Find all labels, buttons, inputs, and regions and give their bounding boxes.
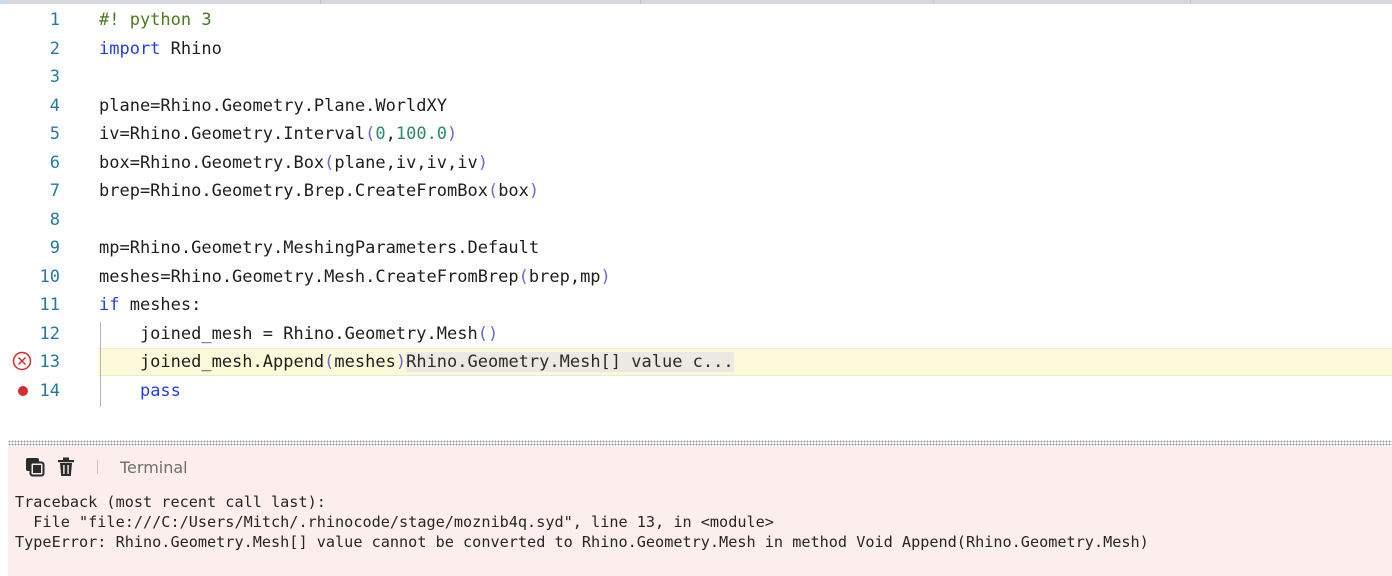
code-line[interactable]: 9 mp=Rhino.Geometry.MeshingParameters.Def… [0,234,1392,262]
line-number: 1 [49,10,60,30]
code-line[interactable]: 2 import Rhino [0,35,1392,63]
terminal-output: Traceback (most recent call last): File … [15,492,1149,552]
code-token: brep=Rhino.Geometry.Brep.CreateFromBox [99,181,488,201]
line-number: 11 [39,295,60,315]
code-line[interactable]: 11 if meshes: [0,291,1392,319]
code-token: box=Rhino.Geometry.Box [99,152,325,173]
code-line[interactable]: 8 [0,206,1392,234]
code-text: meshes=Rhino.Geometry.Mesh.CreateFromBre… [99,263,611,291]
line-number: 9 [49,238,60,258]
code-text: joined_mesh.Append(meshes)Rhino.Geometry… [99,348,734,376]
code-token: if [99,295,120,315]
trash-icon[interactable] [55,456,77,478]
code-token: plane=Rhino.Geometry.Plane.WorldXY [99,95,447,116]
code-line[interactable]: 10 meshes=Rhino.Geometry.Mesh.CreateFromB… [0,263,1392,291]
code-token: pass [139,380,181,401]
code-token: import [99,38,161,59]
code-line[interactable]: 1 #! python 3 [0,6,1392,34]
line-number: 2 [49,38,60,59]
code-token: 100.0 [395,124,448,144]
code-line[interactable]: 5 iv=Rhino.Geometry.Interval(0,100.0) [0,120,1392,148]
code-token: ) [600,266,611,287]
code-text: import Rhino [99,35,222,63]
indent-guide [100,321,101,407]
code-text: plane=Rhino.Geometry.Plane.WorldXY [99,92,447,120]
code-token: ( [487,181,499,201]
code-token: joined_mesh.Append [99,352,325,372]
code-line[interactable]: 3 [0,63,1392,91]
line-number: 3 [49,67,60,87]
terminal-output-line: File "file:///C:/Users/Mitch/.rhinocode/… [15,513,774,531]
code-text: joined_mesh = Rhino.Geometry.Mesh() [99,320,498,348]
code-line[interactable]: 7 brep=Rhino.Geometry.Brep.CreateFromBox(… [0,177,1392,205]
code-token: Rhino [160,38,222,59]
line-number: 12 [39,323,60,344]
terminal-title: Terminal [120,458,188,477]
code-token: ( [324,352,335,372]
line-number: 4 [49,95,60,116]
code-token: #! python 3 [99,10,212,30]
code-token: ) [395,352,407,372]
line-number: 6 [49,152,60,173]
code-line[interactable]: 6 box=Rhino.Geometry.Box(plane,iv,iv,iv) [0,149,1392,177]
code-token: () [477,323,499,344]
code-editor[interactable]: 1 #! python 3 2 import Rhino 3 4 plane=Rhino.G… [0,4,1392,440]
code-token: ) [447,124,458,144]
code-token: 0 [375,124,386,144]
code-text: box=Rhino.Geometry.Box(plane,iv,iv,iv) [99,149,488,177]
terminal-toolbar: Terminal [8,446,1392,490]
code-token: meshes [334,352,396,372]
code-text: #! python 3 [99,6,212,34]
code-token: ( [324,152,335,173]
code-token: ) [528,181,540,201]
code-token: meshes: [119,295,202,315]
code-line[interactable]: 4 plane=Rhino.Geometry.Plane.WorldXY [0,92,1392,120]
code-line[interactable]: 14 pass [0,377,1392,405]
code-token: , [385,124,396,144]
code-text: pass [99,377,181,405]
code-text: iv=Rhino.Geometry.Interval(0,100.0) [99,120,457,148]
code-token: iv=Rhino.Geometry.Interval [99,124,366,144]
code-token: meshes=Rhino.Geometry.Mesh.CreateFromBre… [99,266,519,287]
code-token: ( [518,266,529,287]
code-text: if meshes: [99,291,201,319]
line-number: 5 [49,124,60,144]
line-number: 14 [39,380,60,401]
code-token: ( [365,124,376,144]
code-token: ) [477,152,488,173]
terminal-panel: Terminal Traceback (most recent call las… [8,446,1392,576]
code-text: mp=Rhino.Geometry.MeshingParameters.Defa… [99,234,539,262]
line-number: 13 [39,352,60,372]
toolbar-separator [97,460,98,474]
line-number: 8 [49,209,60,230]
copy-icon[interactable] [24,456,46,478]
code-token: joined_mesh = Rhino.Geometry.Mesh [99,323,478,344]
inline-error-hint: Rhino.Geometry.Mesh[] value c... [406,352,734,372]
line-number: 7 [49,181,60,201]
code-token: mp=Rhino.Geometry.MeshingParameters.Defa… [99,238,540,258]
code-token: box [498,181,529,201]
code-token: plane,iv,iv,iv [334,152,478,173]
terminal-output-line: TypeError: Rhino.Geometry.Mesh[] value c… [15,533,1149,551]
line-number: 10 [39,266,60,287]
code-line[interactable]: 13 joined_mesh.Append(meshes)Rhino.Geome… [0,348,1392,376]
code-line[interactable]: 12 joined_mesh = Rhino.Geometry.Mesh() [0,320,1392,348]
terminal-output-line: Traceback (most recent call last): [15,493,326,511]
code-token: brep,mp [528,266,601,287]
code-text: brep=Rhino.Geometry.Brep.CreateFromBox(b… [99,177,539,205]
